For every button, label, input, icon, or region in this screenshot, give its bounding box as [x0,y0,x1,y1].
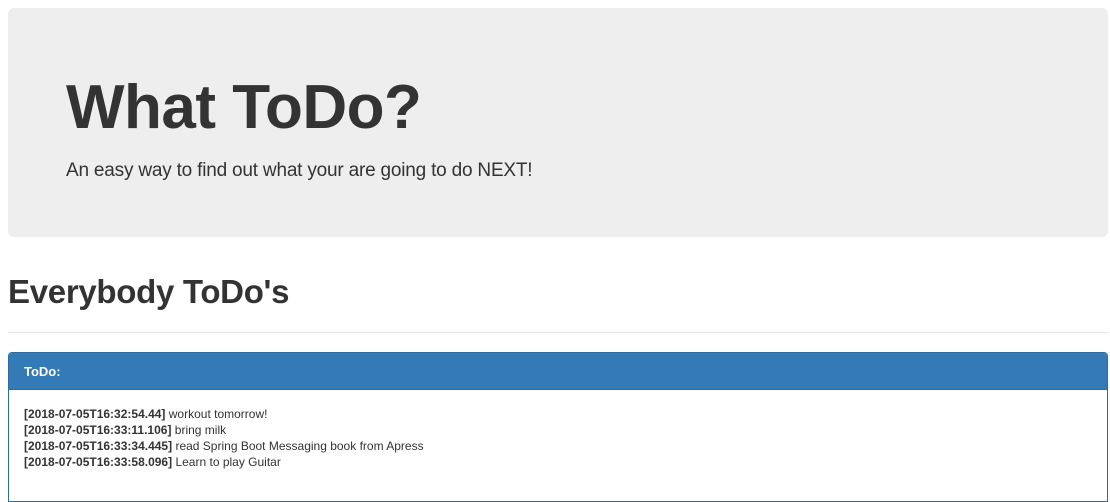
page-title: What ToDo? [66,73,422,142]
todo-timestamp: [2018-07-05T16:32:54.44] [24,407,166,421]
todo-item: [2018-07-05T16:32:54.44] workout tomorro… [24,406,1092,422]
todo-panel: ToDo: [2018-07-05T16:32:54.44] workout t… [8,352,1108,502]
section-heading: Everybody ToDo's [8,273,290,310]
todo-timestamp: [2018-07-05T16:33:58.096] [24,455,173,469]
panel-heading: ToDo: [9,353,1107,390]
todo-item: [2018-07-05T16:33:58.096] Learn to play … [24,454,1092,470]
todo-timestamp: [2018-07-05T16:33:11.106] [24,423,172,437]
todo-text: Learn to play Guitar [175,455,281,469]
todo-text: read Spring Boot Messaging book from Apr… [175,439,424,453]
todo-item: [2018-07-05T16:33:11.106] bring milk [24,422,1092,438]
section-header: Everybody ToDo's [8,272,1108,333]
todo-text: bring milk [174,423,227,437]
todo-timestamp: [2018-07-05T16:33:34.445] [24,439,173,453]
panel-title: ToDo: [24,364,61,379]
todo-text: workout tomorrow! [168,407,268,421]
todo-item: [2018-07-05T16:33:34.445] read Spring Bo… [24,438,1092,454]
jumbotron: What ToDo? An easy way to find out what … [8,8,1108,237]
page-subtitle: An easy way to find out what your are go… [66,160,533,181]
todo-list: [2018-07-05T16:32:54.44] workout tomorro… [9,390,1107,486]
